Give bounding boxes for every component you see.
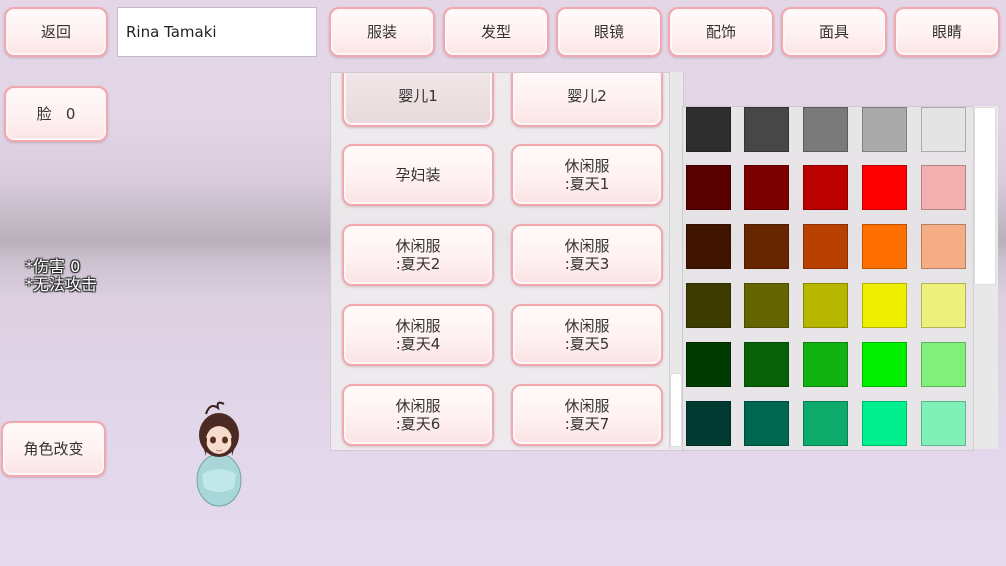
- color-swatch[interactable]: [803, 283, 848, 328]
- color-swatch[interactable]: [862, 342, 907, 387]
- color-swatch[interactable]: [686, 224, 731, 269]
- outfit-scrollbar-thumb[interactable]: [671, 374, 681, 446]
- color-swatch[interactable]: [862, 107, 907, 152]
- outfit-item[interactable]: 休闲服 :夏天6: [342, 384, 494, 446]
- outfit-item[interactable]: 婴儿2: [511, 73, 663, 127]
- damage-text: *伤害 0: [25, 257, 81, 276]
- character-name-input[interactable]: Rina Tamaki: [117, 7, 317, 57]
- tab-eyes[interactable]: 眼睛: [894, 7, 1000, 57]
- color-swatch[interactable]: [862, 165, 907, 210]
- color-swatch[interactable]: [686, 283, 731, 328]
- outfit-list-panel[interactable]: 婴儿1 婴儿2 孕妇装 休闲服 :夏天1 休闲服 :夏天2 休闲服 :夏天3 休闲服 :夏天…: [330, 72, 684, 451]
- cannot-attack-text: *无法攻击: [25, 275, 98, 294]
- color-swatch[interactable]: [744, 224, 789, 269]
- outfit-item[interactable]: 休闲服 :夏天1: [511, 144, 663, 206]
- outfit-item[interactable]: 休闲服 :夏天7: [511, 384, 663, 446]
- tab-accessories[interactable]: 配饰: [668, 7, 774, 57]
- color-swatch[interactable]: [921, 283, 966, 328]
- color-swatch[interactable]: [803, 165, 848, 210]
- color-swatch[interactable]: [686, 401, 731, 446]
- color-swatch[interactable]: [921, 342, 966, 387]
- color-swatch[interactable]: [744, 401, 789, 446]
- status-text: *伤害 0 *无法攻击: [25, 258, 97, 294]
- color-swatch[interactable]: [862, 401, 907, 446]
- outfit-item[interactable]: 休闲服 :夏天5: [511, 304, 663, 366]
- color-swatch[interactable]: [744, 107, 789, 152]
- character-avatar[interactable]: [188, 398, 250, 508]
- tab-glasses[interactable]: 眼镜: [556, 7, 662, 57]
- face-button[interactable]: 脸 0: [4, 86, 108, 142]
- color-swatch[interactable]: [744, 342, 789, 387]
- color-swatch[interactable]: [744, 165, 789, 210]
- palette-scrollbar[interactable]: [973, 106, 998, 449]
- outfit-item[interactable]: 休闲服 :夏天3: [511, 224, 663, 286]
- color-palette: [682, 106, 974, 451]
- color-swatch[interactable]: [686, 342, 731, 387]
- color-swatch[interactable]: [921, 401, 966, 446]
- tab-mask[interactable]: 面具: [781, 7, 887, 57]
- color-swatch[interactable]: [686, 107, 731, 152]
- outfit-item[interactable]: 休闲服 :夏天4: [342, 304, 494, 366]
- color-swatch[interactable]: [744, 283, 789, 328]
- color-swatch[interactable]: [803, 401, 848, 446]
- palette-scrollbar-thumb[interactable]: [975, 108, 995, 284]
- change-character-button[interactable]: 角色改变: [1, 421, 106, 477]
- outfit-item[interactable]: 休闲服 :夏天2: [342, 224, 494, 286]
- color-swatch[interactable]: [921, 224, 966, 269]
- color-swatch[interactable]: [686, 165, 731, 210]
- color-swatch[interactable]: [803, 107, 848, 152]
- color-swatch[interactable]: [862, 224, 907, 269]
- tab-clothing[interactable]: 服装: [329, 7, 435, 57]
- back-button[interactable]: 返回: [4, 7, 108, 57]
- color-swatch[interactable]: [921, 107, 966, 152]
- outfit-scrollbar[interactable]: [669, 72, 682, 449]
- outfit-item[interactable]: 婴儿1: [342, 73, 494, 127]
- color-swatch[interactable]: [803, 342, 848, 387]
- color-swatch[interactable]: [803, 224, 848, 269]
- tab-hairstyle[interactable]: 发型: [443, 7, 549, 57]
- color-swatch[interactable]: [862, 283, 907, 328]
- outfit-item[interactable]: 孕妇装: [342, 144, 494, 206]
- color-swatch[interactable]: [921, 165, 966, 210]
- character-name-value: Rina Tamaki: [126, 23, 217, 41]
